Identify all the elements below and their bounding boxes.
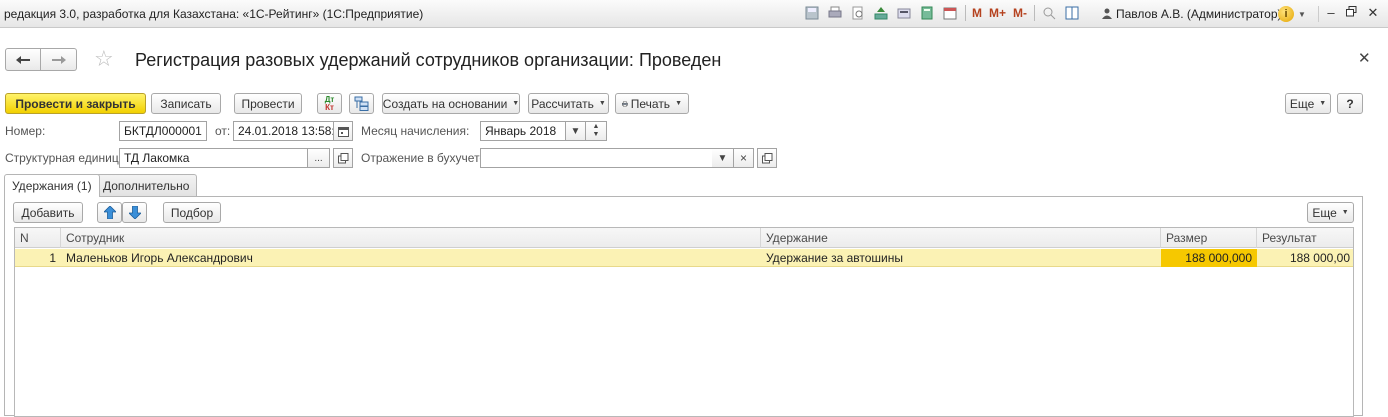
preview-icon[interactable]	[850, 5, 866, 21]
table-row[interactable]: 1 Маленьков Игорь Александрович Удержани…	[15, 249, 1353, 267]
back-button[interactable]	[5, 48, 41, 71]
stepper-up-icon[interactable]: ▲	[593, 123, 600, 131]
panels-icon[interactable]	[1064, 5, 1080, 21]
save-button[interactable]: Записать	[151, 93, 221, 114]
add-button[interactable]: Добавить	[13, 202, 83, 223]
title-bar: редакция 3.0, разработка для Казахстана:…	[0, 0, 1388, 28]
unit-label: Структурная единица:	[5, 151, 129, 165]
column-header-employee[interactable]: Сотрудник	[61, 228, 761, 248]
toolbar-separator	[965, 5, 966, 21]
user-icon	[1102, 8, 1112, 19]
tab-additional[interactable]: Дополнительно	[95, 174, 198, 196]
more-label: Еще	[1289, 96, 1315, 111]
more-button[interactable]: Еще ▼	[1285, 93, 1331, 114]
chevron-down-icon: ▼	[675, 100, 682, 107]
column-header-n[interactable]: N	[15, 228, 61, 248]
accounting-clear-button[interactable]: ×	[733, 148, 754, 168]
arrow-up-icon	[103, 206, 116, 219]
memory-button-m-minus[interactable]: M-	[1013, 6, 1027, 20]
calculator-icon[interactable]	[919, 5, 935, 21]
accounting-field[interactable]	[480, 148, 713, 168]
current-user[interactable]: Павлов А.В. (Администратор)	[1102, 7, 1282, 21]
month-stepper[interactable]: ▲ ▼	[585, 121, 607, 141]
accounting-dropdown-icon[interactable]: ▼	[712, 148, 734, 168]
restore-icon[interactable]	[1342, 5, 1360, 21]
open-accounting-icon[interactable]	[757, 148, 777, 168]
deductions-table[interactable]: N Сотрудник Удержание Размер Результат 1…	[14, 227, 1354, 417]
calculate-label: Рассчитать	[531, 96, 594, 111]
column-header-size[interactable]: Размер	[1161, 228, 1257, 248]
memory-button-m-plus[interactable]: M+	[989, 6, 1006, 20]
table-header: N Сотрудник Удержание Размер Результат	[15, 228, 1353, 248]
navigation-buttons	[5, 48, 77, 71]
accounting-label: Отражение в бухучете:	[361, 151, 490, 165]
month-dropdown-icon[interactable]: ▼	[565, 121, 586, 141]
date-label: от:	[215, 124, 231, 138]
structure-icon[interactable]	[349, 93, 374, 114]
chevron-down-icon[interactable]: ▼	[1298, 10, 1306, 19]
toolbar-separator	[1034, 5, 1036, 21]
zoom-icon[interactable]	[1041, 5, 1057, 21]
title-toolbar: M M+ M-	[804, 5, 1087, 21]
post-button[interactable]: Провести	[234, 93, 302, 114]
user-name: Павлов А.В. (Администратор)	[1116, 7, 1282, 21]
chevron-down-icon: ▼	[512, 100, 520, 107]
arrow-down-icon	[128, 206, 141, 219]
cell-n[interactable]: 1	[15, 249, 61, 267]
column-header-result[interactable]: Результат	[1257, 228, 1355, 248]
tab-deductions[interactable]: Удержания (1)	[4, 174, 100, 197]
move-up-button[interactable]	[97, 202, 122, 223]
close-form-icon[interactable]: ✕	[1358, 49, 1371, 67]
kt-label: Кт	[325, 102, 334, 112]
post-and-close-button[interactable]: Провести и закрыть	[5, 93, 146, 114]
calculate-button[interactable]: Рассчитать ▼	[528, 93, 609, 114]
create-based-on-button[interactable]: Создать на основании ▼	[382, 93, 520, 114]
save-icon[interactable]	[804, 5, 820, 21]
month-field[interactable]: Январь 2018	[480, 121, 566, 141]
app-title: редакция 3.0, разработка для Казахстана:…	[4, 7, 424, 21]
close-window-icon[interactable]: ✕	[1364, 5, 1382, 21]
window-divider	[1318, 6, 1319, 22]
calendar-picker-icon[interactable]	[333, 121, 353, 141]
forward-button[interactable]	[41, 48, 77, 71]
column-header-deduction[interactable]: Удержание	[761, 228, 1161, 248]
stepper-down-icon[interactable]: ▼	[593, 131, 600, 139]
minimize-icon[interactable]: –	[1322, 5, 1340, 21]
print-button[interactable]: Печать ▼	[615, 93, 689, 114]
table-more-label: Еще	[1312, 205, 1337, 220]
unit-select-button[interactable]: ...	[307, 148, 330, 168]
scan-icon[interactable]	[896, 5, 912, 21]
unit-field[interactable]: ТД Лакомка	[119, 148, 308, 168]
open-unit-icon[interactable]	[333, 148, 353, 168]
pick-button[interactable]: Подбор	[163, 202, 221, 223]
chevron-down-icon: ▼	[1341, 209, 1349, 216]
memory-button-m[interactable]: M	[972, 6, 982, 20]
arrow-right-icon	[51, 55, 66, 64]
table-more-button[interactable]: Еще ▼	[1307, 202, 1354, 223]
number-field[interactable]: БКТДЛ000001	[119, 121, 207, 141]
chevron-down-icon: ▼	[598, 100, 606, 107]
calendar-icon[interactable]	[942, 5, 958, 21]
chevron-down-icon: ▼	[1319, 100, 1327, 107]
date-field[interactable]: 24.01.2018 13:58:5	[233, 121, 334, 141]
help-button[interactable]: ?	[1337, 93, 1363, 114]
favorite-star-icon[interactable]: ☆	[94, 47, 114, 71]
info-icon[interactable]: i	[1278, 6, 1294, 22]
cell-employee[interactable]: Маленьков Игорь Александрович	[61, 249, 761, 267]
print-icon[interactable]	[827, 5, 843, 21]
print-label: Печать	[630, 96, 671, 111]
dt-kt-icon[interactable]: Дт Кт	[317, 93, 342, 114]
cell-result[interactable]: 188 000,00	[1257, 249, 1355, 267]
cell-size[interactable]: 188 000,000	[1161, 249, 1257, 267]
upload-icon[interactable]	[873, 5, 889, 21]
number-label: Номер:	[5, 124, 46, 138]
arrow-left-icon	[16, 55, 30, 64]
month-label: Месяц начисления:	[361, 124, 470, 138]
cell-deduction[interactable]: Удержание за автошины	[761, 249, 1161, 267]
page-title: Регистрация разовых удержаний сотруднико…	[135, 50, 722, 70]
printer-icon	[622, 100, 628, 107]
move-down-button[interactable]	[122, 202, 147, 223]
create-based-on-label: Создать на основании	[382, 96, 508, 111]
